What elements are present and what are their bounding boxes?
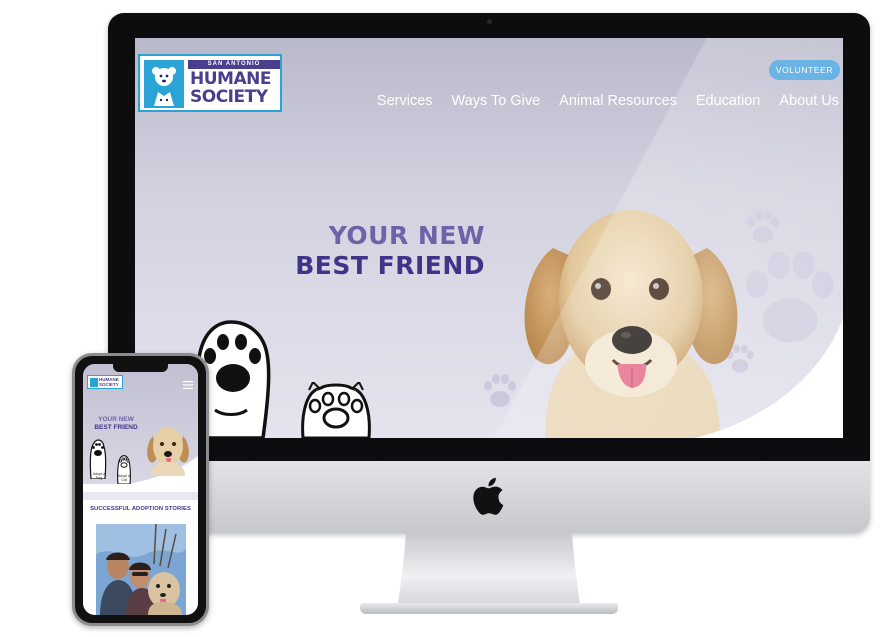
iphone-mockup: HUMANE SOCIETY YOUR NEW BEST FRIEND Adop… bbox=[72, 353, 209, 626]
imac-stand-foot bbox=[360, 603, 618, 614]
cat-paw-icon[interactable] bbox=[297, 382, 375, 438]
imac-chin bbox=[108, 461, 870, 533]
phone-notch bbox=[113, 364, 168, 372]
mobile-dog-photo bbox=[147, 427, 189, 476]
nav-item-ways-to-give[interactable]: Ways To Give bbox=[452, 93, 541, 109]
imac-monitor: SAN ANTONIO HUMANE SOCIETY VOLUNTEER Ser… bbox=[108, 13, 870, 533]
imac-stand bbox=[398, 533, 580, 605]
imac-bezel: SAN ANTONIO HUMANE SOCIETY VOLUNTEER Ser… bbox=[108, 13, 870, 461]
nav-item-about-us[interactable]: About Us bbox=[779, 93, 839, 109]
iphone-bezel: HUMANE SOCIETY YOUR NEW BEST FRIEND Adop… bbox=[75, 356, 206, 623]
nav-item-services[interactable]: Services bbox=[377, 93, 433, 109]
camera-icon bbox=[487, 19, 492, 24]
mobile-website-screen: HUMANE SOCIETY YOUR NEW BEST FRIEND Adop… bbox=[83, 364, 198, 615]
mobile-adopt-cat-caption[interactable]: Adopt a Cat bbox=[116, 474, 132, 482]
nav-item-animal-resources[interactable]: Animal Resources bbox=[559, 93, 677, 109]
logo-text-society: SOCIETY bbox=[190, 87, 268, 107]
volunteer-button[interactable]: VOLUNTEER bbox=[769, 60, 840, 80]
apple-icon bbox=[473, 477, 504, 515]
hamburger-menu-icon[interactable] bbox=[183, 381, 193, 389]
humane-society-logo-icon bbox=[90, 378, 98, 387]
mobile-hero-line1: YOUR NEW bbox=[98, 416, 134, 423]
mobile-adoption-stories-title: SUCCESSFUL ADOPTION STORIES bbox=[90, 506, 191, 512]
mobile-adopt-dog-caption[interactable]: Adopt a Dog bbox=[90, 472, 108, 480]
main-nav: Services Ways To Give Animal Resources E… bbox=[377, 93, 839, 109]
hero-headline: YOUR NEW BEST FRIEND bbox=[275, 221, 485, 281]
mobile-logo[interactable]: HUMANE SOCIETY bbox=[87, 375, 123, 389]
logo-text-humane: HUMANE bbox=[190, 69, 271, 89]
humane-society-logo-icon bbox=[144, 60, 184, 108]
desktop-website-screen: SAN ANTONIO HUMANE SOCIETY VOLUNTEER Ser… bbox=[135, 38, 843, 438]
mobile-hero-headline: YOUR NEW BEST FRIEND bbox=[87, 416, 145, 431]
nav-item-education[interactable]: Education bbox=[696, 93, 761, 109]
humane-society-logo[interactable]: SAN ANTONIO HUMANE SOCIETY bbox=[138, 54, 282, 112]
mobile-hero-line2: BEST FRIEND bbox=[94, 423, 138, 431]
logo-city-text: SAN ANTONIO bbox=[188, 60, 280, 69]
hero-headline-line1: YOUR NEW bbox=[328, 221, 485, 250]
mobile-logo-text-society: SOCIETY bbox=[99, 382, 119, 387]
mobile-adoption-story-photo[interactable] bbox=[96, 524, 186, 615]
hero-headline-line2: BEST FRIEND bbox=[295, 251, 485, 280]
mobile-section-divider bbox=[83, 492, 198, 500]
